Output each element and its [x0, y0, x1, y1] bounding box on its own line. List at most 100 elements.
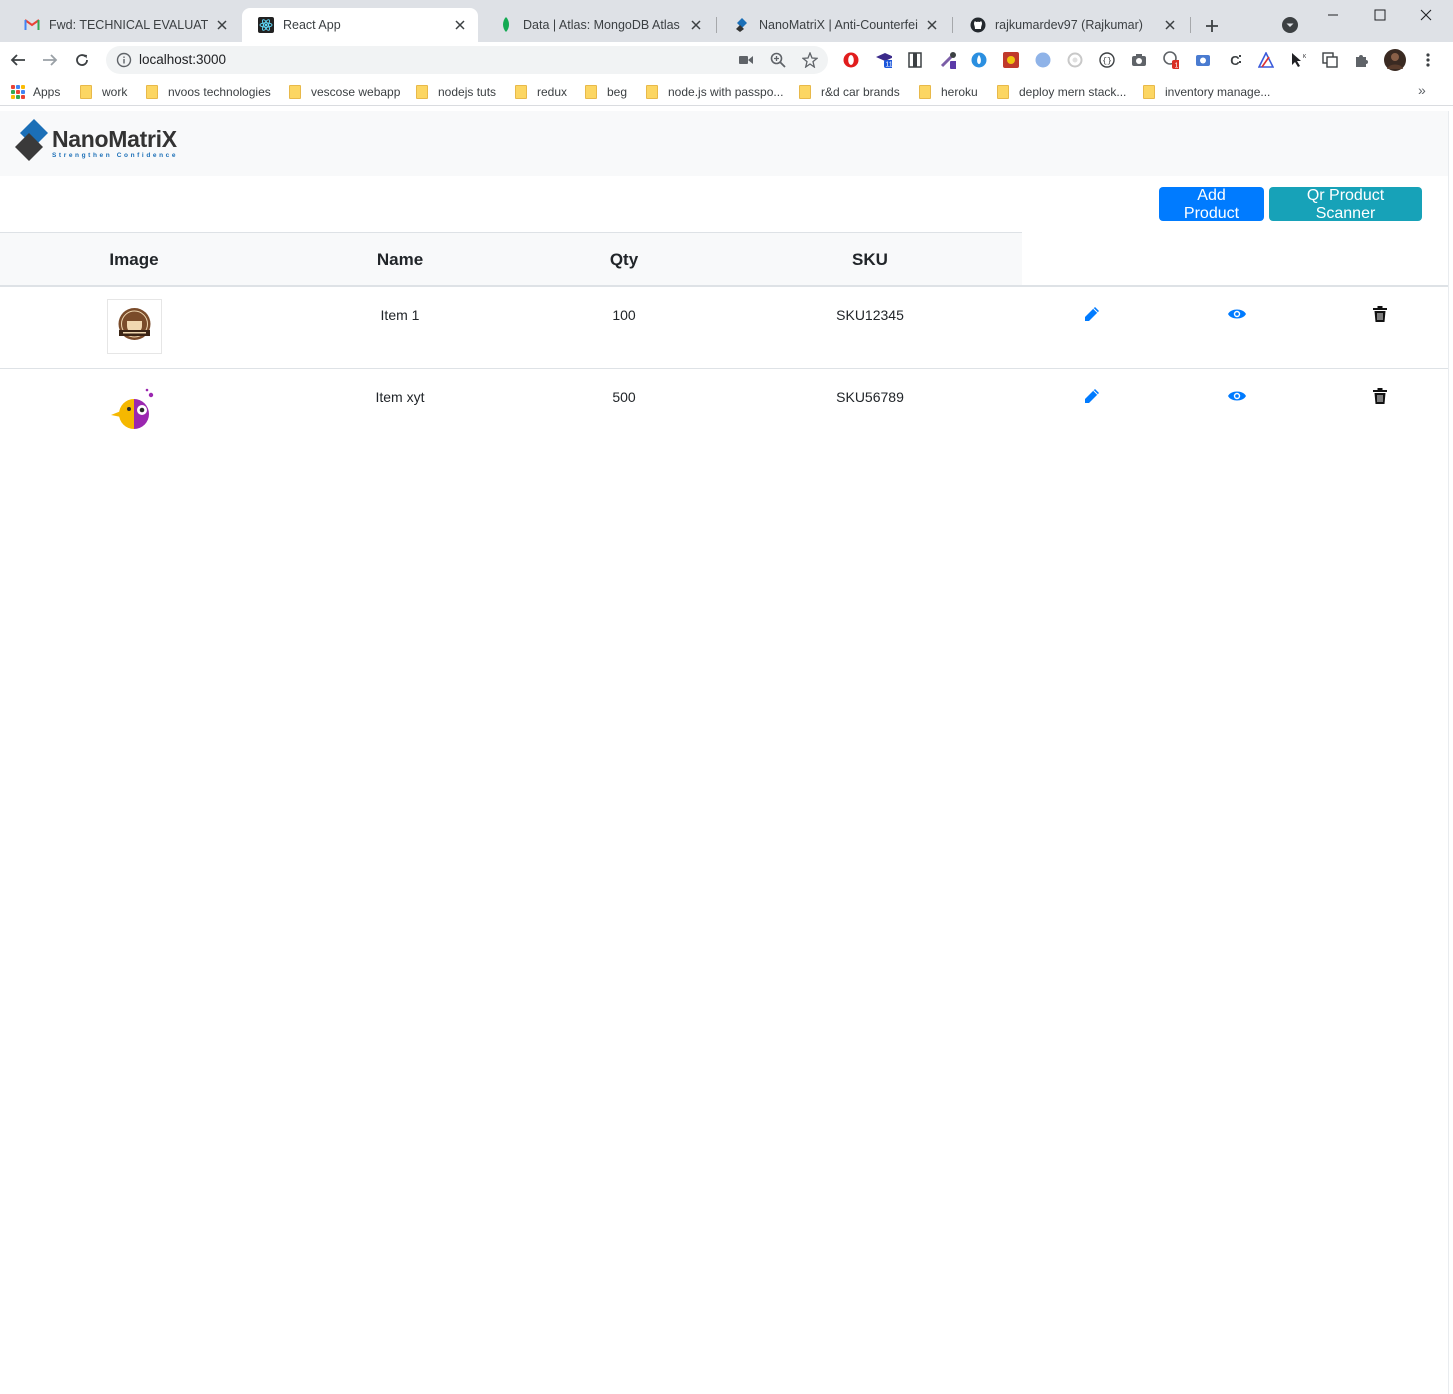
bookmark-label: r&d car brands	[821, 85, 900, 99]
moon-extension-icon[interactable]	[1035, 52, 1051, 68]
forward-arrow-icon[interactable]	[38, 48, 62, 72]
bookmark-folder[interactable]: inventory manage...	[1143, 82, 1270, 102]
edit-pencil-icon[interactable]	[1083, 305, 1101, 323]
table-row: Item xyt 500 SKU56789	[0, 369, 1448, 451]
bookmark-folder[interactable]: nvoos technologies	[146, 82, 271, 102]
new-tab-plus-icon[interactable]	[1200, 14, 1224, 38]
page-scrollbar[interactable]	[1448, 111, 1453, 1394]
qr-product-scanner-button[interactable]: Qr Product Scanner	[1269, 187, 1422, 222]
product-image	[107, 299, 162, 354]
browser-menu-icon[interactable]	[1420, 52, 1436, 68]
circle-extension-icon[interactable]	[1067, 52, 1083, 68]
graduation-extension-icon[interactable]: 11	[876, 52, 892, 68]
opera-extension-icon[interactable]	[843, 52, 859, 68]
svg-text:KV: KV	[1303, 54, 1306, 60]
add-product-button[interactable]: Add Product	[1159, 187, 1264, 222]
bookmark-label: deploy mern stack...	[1019, 85, 1127, 99]
svg-text:C: C	[1230, 53, 1240, 68]
bookmark-label: vescose webapp	[311, 85, 401, 99]
back-arrow-icon[interactable]	[6, 48, 30, 72]
screenshot-extension-icon[interactable]	[1003, 52, 1019, 68]
code-extension-icon[interactable]: C	[1227, 52, 1243, 68]
camera-extension-icon[interactable]	[1131, 52, 1147, 68]
cursor-extension-icon[interactable]: KV	[1290, 52, 1306, 68]
zoom-icon[interactable]	[770, 52, 786, 68]
nanomatrix-logo[interactable]: NanoMatriX Strengthen Confidence	[14, 119, 178, 167]
extensions-puzzle-icon[interactable]	[1354, 52, 1370, 68]
bookmark-folder[interactable]: beg	[585, 82, 627, 102]
tab-github[interactable]: rajkumardev97 (Rajkumar)	[954, 8, 1188, 42]
browser-tabstrip: Fwd: TECHNICAL EVALUATION E React App Da…	[0, 0, 1453, 42]
folder-icon	[289, 85, 301, 99]
sidebar-extension-icon[interactable]	[907, 52, 923, 68]
close-icon[interactable]	[688, 17, 704, 33]
close-icon[interactable]	[1162, 17, 1178, 33]
folder-icon	[146, 85, 158, 99]
tab-separator	[716, 17, 717, 33]
tab-react-app[interactable]: React App	[242, 8, 478, 42]
bookmark-folder[interactable]: heroku	[919, 82, 978, 102]
address-bar[interactable]: localhost:3000	[106, 46, 828, 74]
product-name: Item xyt	[375, 389, 425, 405]
column-header-image: Image	[109, 250, 159, 269]
view-eye-icon[interactable]	[1228, 387, 1246, 405]
tab-manager-extension-icon[interactable]	[1322, 52, 1338, 68]
edit-pencil-icon[interactable]	[1083, 387, 1101, 405]
bookmark-folder[interactable]: node.js with passpo...	[646, 82, 783, 102]
minimize-icon[interactable]	[1310, 0, 1356, 30]
folder-icon	[585, 85, 597, 99]
close-icon[interactable]	[452, 17, 468, 33]
bookmark-folder[interactable]: work	[80, 82, 127, 102]
triangle-extension-icon[interactable]	[1258, 52, 1274, 68]
url-text: localhost:3000	[139, 52, 227, 67]
bookmark-label: node.js with passpo...	[668, 85, 784, 99]
delete-trash-icon[interactable]	[1371, 305, 1389, 323]
bookmark-label: redux	[537, 85, 568, 99]
camera-blocked-icon[interactable]	[738, 52, 754, 68]
bookmark-folder[interactable]: nodejs tuts	[416, 82, 496, 102]
bookmark-label: nodejs tuts	[438, 85, 497, 99]
tab-title: Data | Atlas: MongoDB Atlas	[523, 18, 680, 32]
close-icon[interactable]	[214, 17, 230, 33]
folder-icon	[80, 85, 92, 99]
bookmark-label: beg	[607, 85, 628, 99]
tab-mongodb[interactable]: Data | Atlas: MongoDB Atlas	[482, 8, 714, 42]
tab-nanomatrix[interactable]: NanoMatriX | Anti-Counterfeiting	[718, 8, 950, 42]
bird-logo-icon	[111, 388, 154, 429]
tab-gmail[interactable]: Fwd: TECHNICAL EVALUATION E	[8, 8, 240, 42]
product-qty: 100	[612, 307, 636, 323]
color-picker-extension-icon[interactable]	[940, 52, 956, 69]
close-icon[interactable]	[924, 17, 940, 33]
extension-badge-count: 1	[1175, 63, 1179, 70]
logo-tagline: Strengthen Confidence	[52, 151, 179, 159]
tab-search-icon[interactable]	[1280, 15, 1300, 35]
bookmark-folder[interactable]: r&d car brands	[799, 82, 900, 102]
extension-badge-count: 11	[885, 62, 892, 69]
window-close-icon[interactable]	[1403, 0, 1449, 30]
column-header-name: Name	[376, 250, 424, 269]
browser-toolbar: localhost:3000 11 {} 1 C KV	[0, 42, 1453, 78]
folder-icon	[1143, 85, 1155, 99]
bookmark-folder[interactable]: redux	[515, 82, 567, 102]
profile-avatar[interactable]	[1384, 49, 1406, 71]
site-info-icon[interactable]	[116, 52, 132, 68]
reload-icon[interactable]	[70, 48, 94, 72]
maximize-icon[interactable]	[1357, 0, 1403, 30]
flame-extension-icon[interactable]	[971, 52, 987, 68]
chat-extension-icon[interactable]: 1	[1163, 51, 1179, 70]
tab-title: NanoMatriX | Anti-Counterfeiting	[759, 18, 918, 32]
column-header-qty: Qty	[609, 250, 639, 269]
bookmark-folder[interactable]: vescose webapp	[289, 82, 400, 102]
table-row: Item 1 100 SKU12345	[0, 287, 1448, 369]
view-eye-icon[interactable]	[1228, 305, 1246, 323]
delete-trash-icon[interactable]	[1371, 387, 1389, 405]
bookmark-folder[interactable]: deploy mern stack...	[997, 82, 1126, 102]
product-image	[107, 381, 162, 436]
json-extension-icon[interactable]: {}	[1099, 52, 1115, 68]
capture-extension-icon[interactable]	[1195, 52, 1211, 68]
gmail-icon	[24, 17, 40, 33]
bookmarks-overflow-chevron-icon[interactable]: »	[1418, 82, 1426, 98]
bookmark-apps[interactable]: Apps	[11, 82, 60, 102]
folder-icon	[919, 85, 931, 99]
bookmark-star-icon[interactable]	[802, 52, 818, 68]
